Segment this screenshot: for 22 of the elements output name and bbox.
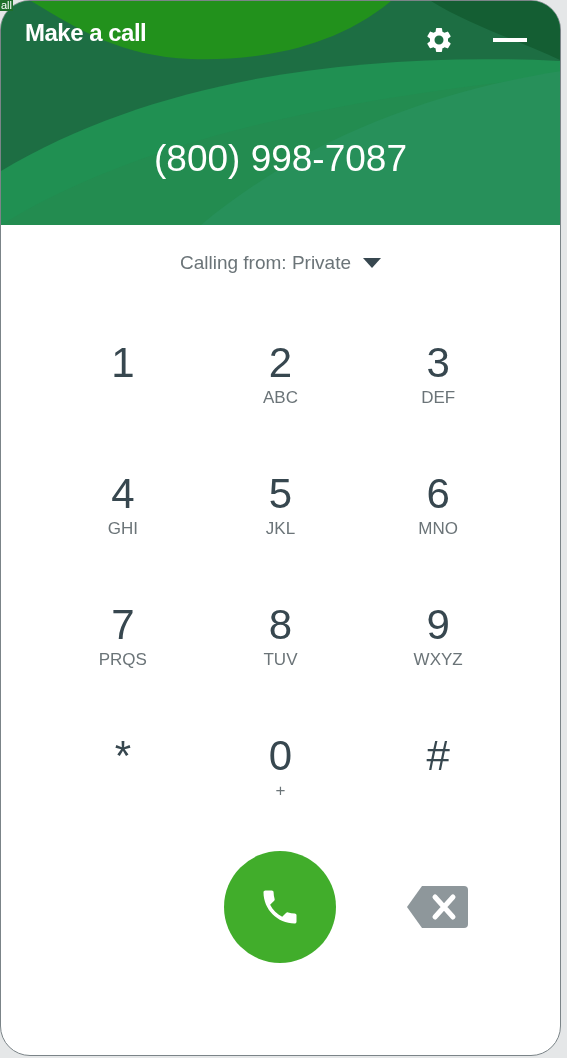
dial-key[interactable]: 7 PRQS [92,599,153,670]
phone-number: (800) 998-7087 [154,137,407,181]
dial-key[interactable]: 0 + [250,730,311,801]
backspace-icon [406,883,471,930]
background-text: all [0,0,13,11]
dial-key[interactable]: 1 [92,337,153,388]
dial-key[interactable]: # [408,730,469,781]
calling-from-dropdown[interactable]: Calling from: Private [179,249,382,278]
dial-key[interactable]: 8 TUV [250,599,311,670]
dial-key[interactable]: 4 GHI [92,468,153,539]
dial-key[interactable]: 5 JKL [250,468,311,539]
minimize-icon [493,38,527,42]
settings-icon [424,25,454,55]
dial-key[interactable]: 6 MNO [408,468,469,539]
dial-key[interactable]: 3 DEF [408,337,469,408]
settings-button[interactable] [424,25,454,55]
dial-key[interactable]: * [92,730,153,781]
dial-key[interactable]: 9 WXYZ [408,599,469,670]
backspace-button[interactable] [406,883,471,930]
dial-key[interactable]: 2 ABC [250,337,311,408]
caret-icon [363,258,382,269]
window-title: Make a call [25,18,147,48]
